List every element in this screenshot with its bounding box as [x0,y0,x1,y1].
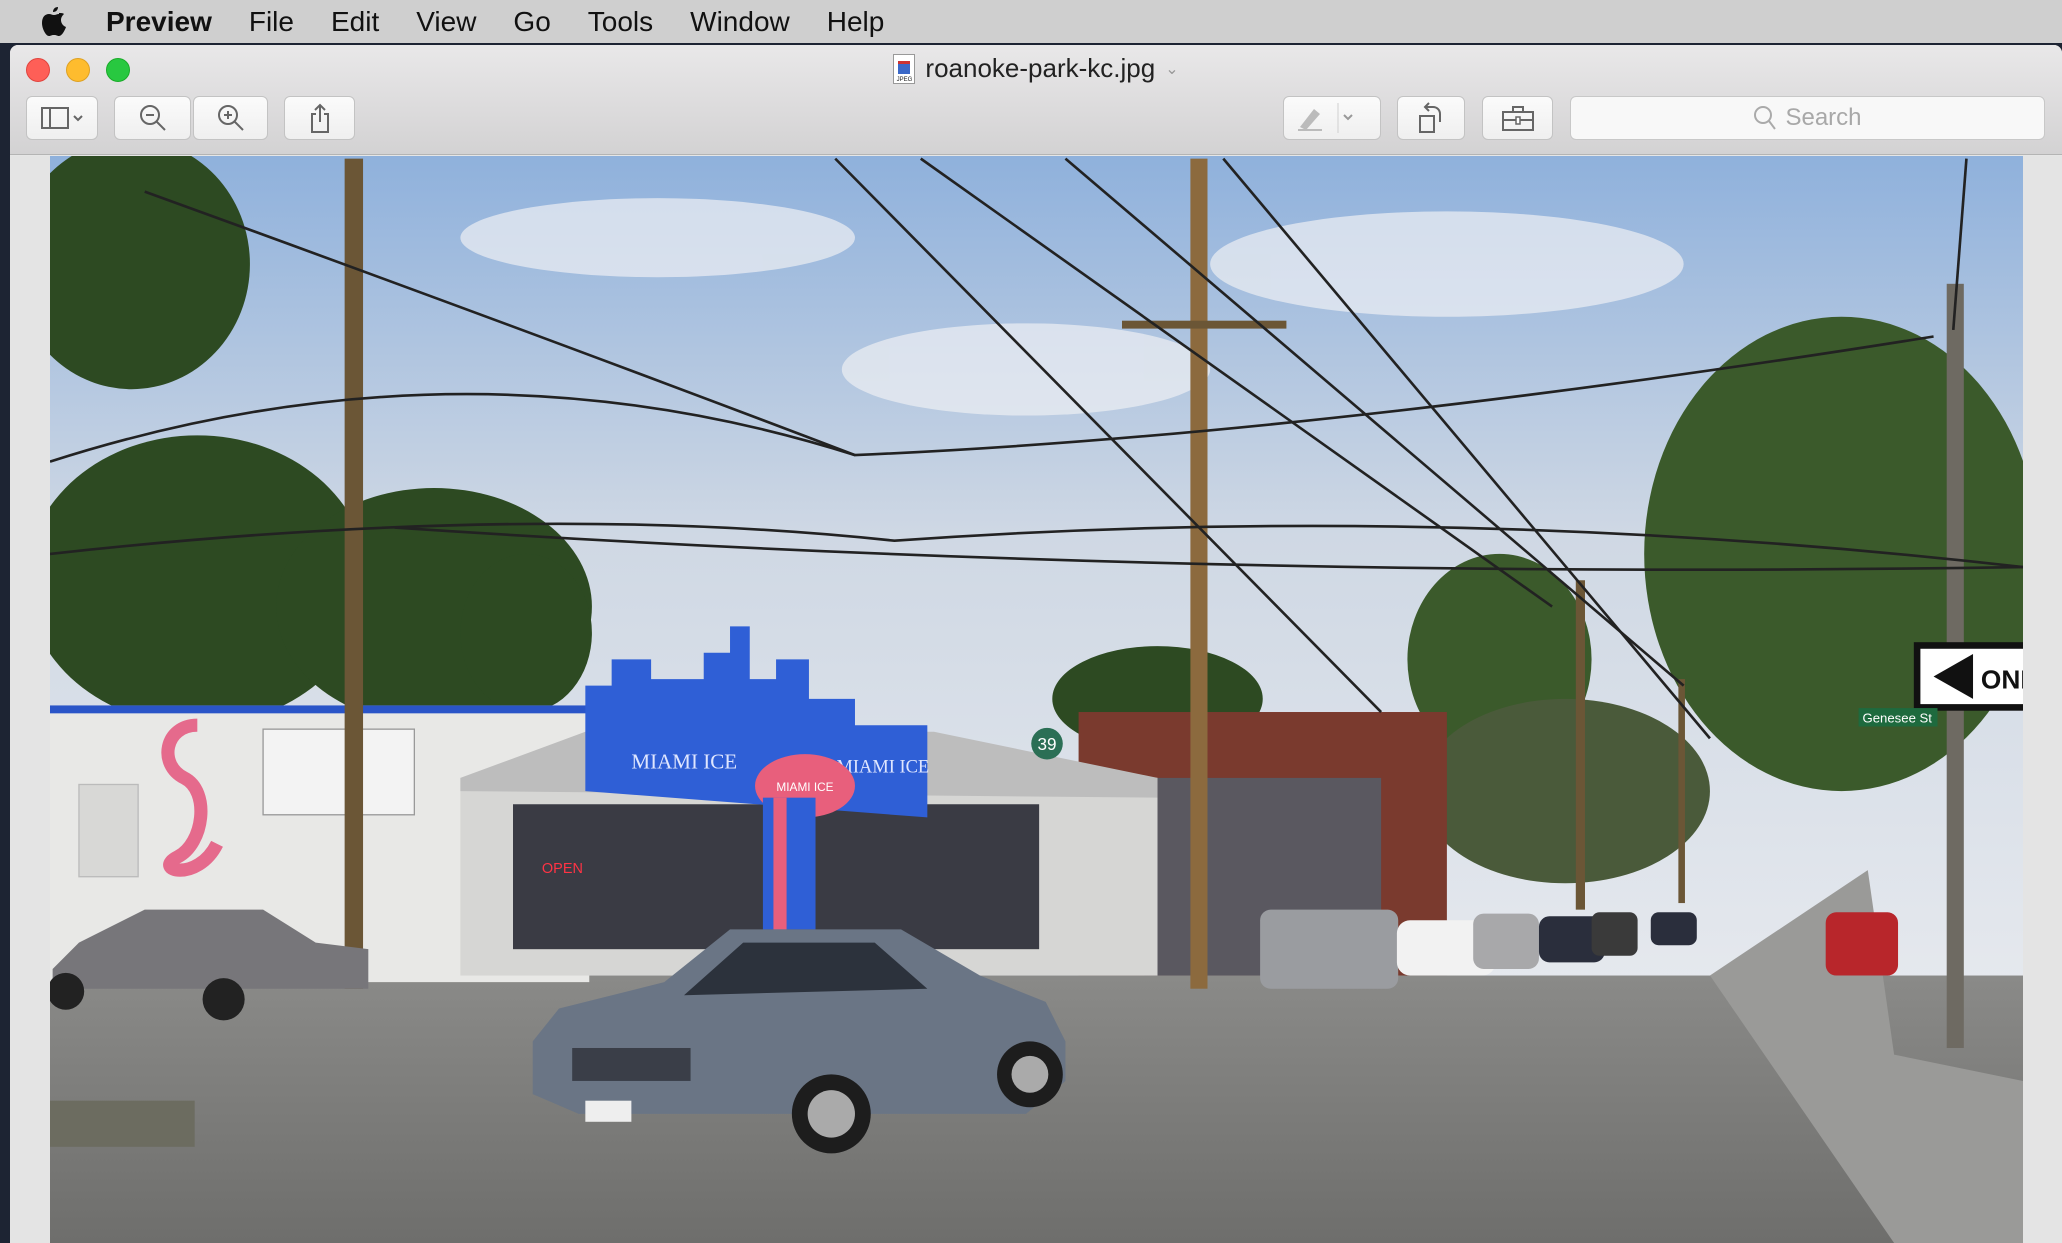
left-margin [10,156,50,1243]
window-title[interactable]: JPEG roanoke-park-kc.jpg ⌄ [10,53,2062,84]
menu-edit[interactable]: Edit [331,6,379,38]
menu-view[interactable]: View [416,6,476,38]
zoom-in-icon [217,105,244,131]
rotate-left-icon [1419,102,1441,133]
menu-app-preview[interactable]: Preview [106,6,212,38]
title-bar: JPEG roanoke-park-kc.jpg ⌄ Search [10,45,2062,155]
zoom-out-button[interactable] [114,96,191,140]
one-way-sign: ONE [1913,642,2023,711]
one-way-text: ONE [1981,664,2023,694]
jpeg-file-icon: JPEG [893,53,916,84]
toolbox-button[interactable] [1482,96,1553,140]
street-sign: Genesee St [1863,711,1933,726]
route-badge: 39 [1038,735,1057,754]
open-sign: OPEN [542,861,583,877]
search-field[interactable]: Search [1570,96,2045,140]
toolbox-icon [1501,106,1534,131]
sidebar-icon [41,107,83,129]
menu-help[interactable]: Help [827,6,885,38]
menu-bar: Preview File Edit View Go Tools Window H… [0,0,2062,43]
menu-tools[interactable]: Tools [588,6,653,38]
share-icon [310,103,329,133]
zoom-out-icon [139,105,166,131]
chevron-down-icon[interactable]: ⌄ [1165,59,1178,79]
search-icon [1754,106,1777,130]
right-margin [2023,156,2062,1243]
apple-menu-icon[interactable] [40,5,70,39]
pen-markup-icon [1298,103,1353,133]
zoom-in-button[interactable] [193,96,268,140]
menu-go[interactable]: Go [513,6,550,38]
sidebar-toggle-button[interactable] [26,96,98,140]
document-image[interactable]: MIAMI ICE MIAMI ICE MIAMI ICE OPEN 39 ON… [50,156,2023,1243]
sign-text-left: MIAMI ICE [631,750,737,774]
share-button[interactable] [284,96,355,140]
markup-button[interactable] [1283,96,1381,140]
rotate-button[interactable] [1397,96,1465,140]
file-type-badge: JPEG [896,76,913,83]
search-placeholder: Search [1785,104,1862,131]
window-title-text: roanoke-park-kc.jpg [925,53,1156,83]
preview-window: JPEG roanoke-park-kc.jpg ⌄ Search MIAMI … [10,45,2062,1243]
logo-text: MIAMI ICE [776,780,833,794]
menu-window[interactable]: Window [690,6,790,38]
menu-file[interactable]: File [249,6,294,38]
